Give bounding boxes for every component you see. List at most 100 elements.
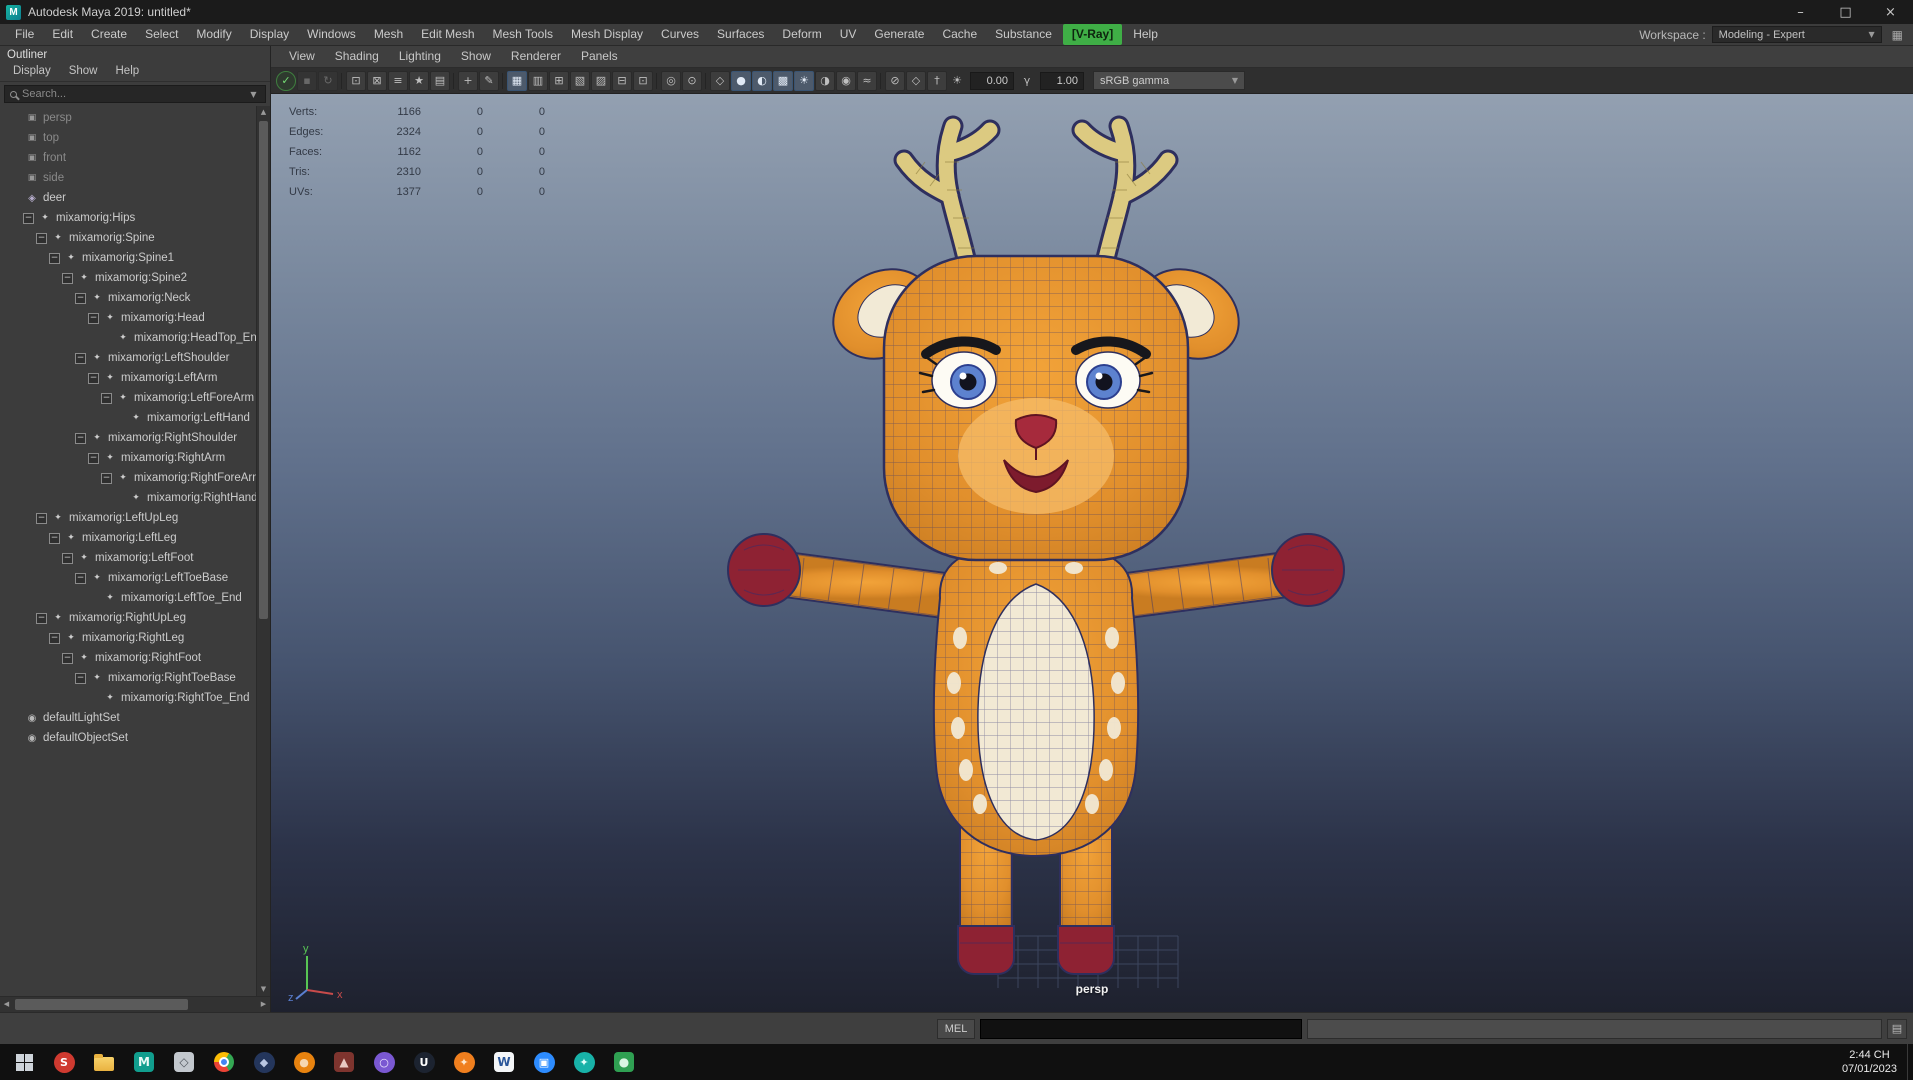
expander-icon[interactable]: − [36,512,47,524]
expander-icon[interactable]: − [101,472,112,484]
expander-icon[interactable]: − [75,572,86,584]
gamma-icon[interactable]: γ [1018,74,1036,87]
workspace-options-icon[interactable]: ▦ [1888,28,1907,42]
safe-title-icon[interactable]: ⊡ [633,70,653,91]
vertical-scroll-thumb[interactable] [259,121,268,620]
menu-mesh[interactable]: Mesh [365,24,412,45]
taskbar-clock[interactable]: 2:44 CH 07/01/2023 [1842,1048,1907,1076]
smooth-shade-icon[interactable]: ● [731,70,751,91]
taskbar-app-zoom[interactable]: ▣ [524,1044,564,1080]
outliner-item-mixamorig-leftshoulder[interactable]: − ✦ mixamorig:LeftShoulder [0,348,256,368]
expander-icon[interactable]: − [88,312,99,324]
wireframe-on-shaded-icon[interactable]: ◐ [752,70,772,91]
menu-select[interactable]: Select [136,24,187,45]
outliner-menu-display[interactable]: Display [4,64,60,81]
renderer-status-icon[interactable]: ✓ [276,70,296,91]
taskbar-app-chrome[interactable] [204,1044,244,1080]
outliner-item-mixamorig-hips[interactable]: − ✦ mixamorig:Hips [0,208,256,228]
outliner-item-mixamorig-neck[interactable]: − ✦ mixamorig:Neck [0,288,256,308]
frame-all-icon[interactable]: ◎ [661,70,681,91]
menu-deform[interactable]: Deform [773,24,830,45]
outliner-item-mixamorig-lefthand[interactable]: ✦ mixamorig:LeftHand [0,408,256,428]
outliner-item-mixamorig-leftforearm[interactable]: − ✦ mixamorig:LeftForeArm [0,388,256,408]
field-chart-icon[interactable]: ▨ [591,70,611,91]
outliner-menu-show[interactable]: Show [60,64,107,81]
use-all-lights-icon[interactable]: ☀ [794,70,814,91]
panel-menu-panels[interactable]: Panels [571,46,628,67]
outliner-item-mixamorig-leftfoot[interactable]: − ✦ mixamorig:LeftFoot [0,548,256,568]
taskbar-app-maya[interactable]: M [124,1044,164,1080]
outliner-item-mixamorig-leftupleg[interactable]: − ✦ mixamorig:LeftUpLeg [0,508,256,528]
exposure-icon[interactable]: ☀ [948,74,966,87]
taskbar-app-navy[interactable]: ◆ [244,1044,284,1080]
menu-substance[interactable]: Substance [986,24,1061,45]
select-camera-icon[interactable]: ⊡ [346,70,366,91]
expander-icon[interactable]: − [49,532,60,544]
menu-create[interactable]: Create [82,24,136,45]
outliner-item-deer[interactable]: ◈ deer [0,188,256,208]
expander-icon[interactable]: − [75,292,86,304]
expander-icon[interactable]: − [75,672,86,684]
expander-icon[interactable]: − [75,352,86,364]
wireframe-icon[interactable]: ◇ [710,70,730,91]
close-button[interactable]: × [1868,0,1913,24]
viewport-pause-icon[interactable]: ▪ [297,70,317,91]
search-input[interactable] [22,88,242,100]
image-plane-icon[interactable]: ▤ [430,70,450,91]
menu-mesh-tools[interactable]: Mesh Tools [484,24,562,45]
menu-help[interactable]: Help [1124,24,1167,45]
expander-icon[interactable]: − [101,392,112,404]
expander-icon[interactable]: − [62,552,73,564]
taskbar-app-silver[interactable]: ◇ [164,1044,204,1080]
panel-menu-show[interactable]: Show [451,46,501,67]
outliner-item-mixamorig-rightarm[interactable]: − ✦ mixamorig:RightArm [0,448,256,468]
expander-icon[interactable]: − [49,632,60,644]
search-field[interactable]: ▼ [4,85,266,103]
joints-xray-icon[interactable]: † [927,70,947,91]
taskbar-app-teal[interactable]: ✦ [564,1044,604,1080]
menu-surfaces[interactable]: Surfaces [708,24,773,45]
filter-chevron-icon[interactable]: ▼ [247,90,260,99]
menu-modify[interactable]: Modify [187,24,240,45]
xray-icon[interactable]: ◇ [906,70,926,91]
workspace-dropdown[interactable]: Modeling - Expert ▼ [1711,26,1882,43]
minimize-button[interactable]: – [1778,0,1823,24]
outliner-item-mixamorig-rightshoulder[interactable]: − ✦ mixamorig:RightShoulder [0,428,256,448]
colorspace-dropdown[interactable]: sRGB gamma ▼ [1093,71,1245,90]
scroll-right-icon[interactable]: ▶ [257,997,270,1012]
command-results-field[interactable] [1307,1018,1882,1039]
frame-selected-icon[interactable]: ⊙ [682,70,702,91]
resolution-gate-icon[interactable]: ⊞ [549,70,569,91]
mel-command-input[interactable] [980,1018,1302,1039]
expander-icon[interactable]: − [62,272,73,284]
taskbar-app-u[interactable]: U [404,1044,444,1080]
viewport-refresh-icon[interactable]: ↻ [318,70,338,91]
menu-v-ray[interactable]: [V-Ray] [1062,24,1123,45]
script-editor-icon[interactable]: ▤ [1887,1018,1907,1039]
gate-mask-icon[interactable]: ▧ [570,70,590,91]
outliner-item-mixamorig-leftleg[interactable]: − ✦ mixamorig:LeftLeg [0,528,256,548]
menu-mesh-display[interactable]: Mesh Display [562,24,652,45]
file-explorer[interactable] [84,1044,124,1080]
taskbar-app-red-s[interactable]: S [44,1044,84,1080]
pan-zoom-icon[interactable]: + [458,70,478,91]
outliner-horizontal-scrollbar[interactable]: ◀ ▶ [0,996,270,1012]
scroll-down-icon[interactable]: ▼ [257,983,270,996]
outliner-item-mixamorig-righthand[interactable]: ✦ mixamorig:RightHand [0,488,256,508]
camera-attributes-icon[interactable]: ≡ [388,70,408,91]
expander-icon[interactable]: − [36,232,47,244]
taskbar-app-orange[interactable]: ● [284,1044,324,1080]
taskbar-app-maroon[interactable]: ▲ [324,1044,364,1080]
exposure-field[interactable]: 0.00 [970,71,1014,90]
menu-uv[interactable]: UV [831,24,866,45]
outliner-menu-help[interactable]: Help [107,64,149,81]
expander-icon[interactable]: − [75,432,86,444]
menu-edit-mesh[interactable]: Edit Mesh [412,24,483,45]
outliner-item-mixamorig-headtop-end[interactable]: ✦ mixamorig:HeadTop_End [0,328,256,348]
isolate-select-icon[interactable]: ⊘ [885,70,905,91]
textured-icon[interactable]: ▩ [773,70,793,91]
taskbar-app-word[interactable]: W [484,1044,524,1080]
outliner-item-mixamorig-lefttoebase[interactable]: − ✦ mixamorig:LeftToeBase [0,568,256,588]
outliner-item-mixamorig-spine[interactable]: − ✦ mixamorig:Spine [0,228,256,248]
taskbar-app-green[interactable]: ● [604,1044,644,1080]
